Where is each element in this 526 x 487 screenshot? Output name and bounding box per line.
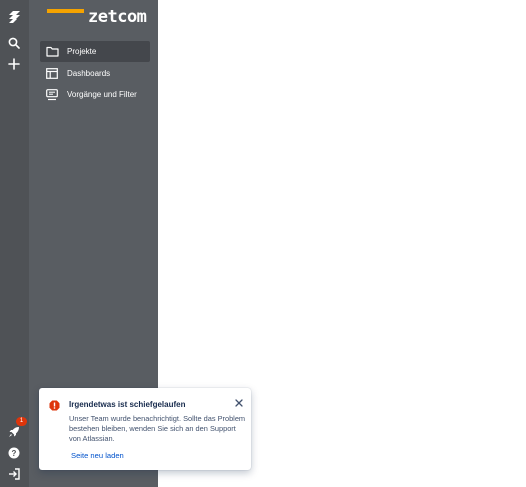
sidebar-item-label: Vorgänge und Filter <box>67 90 137 99</box>
rocket-icon[interactable]: 1 <box>4 417 27 442</box>
flag-message: Unser Team wurde benachrichtigt. Sollte … <box>69 414 246 443</box>
issues-filter-icon <box>45 88 59 102</box>
error-icon <box>49 398 60 411</box>
sidebar-item-label: Dashboards <box>67 69 111 78</box>
plus-icon[interactable] <box>4 54 24 74</box>
error-flag: Irgendetwas ist schiefgelaufen Unser Tea… <box>39 388 251 470</box>
dashboard-icon <box>45 67 59 81</box>
sidebar-item-projekte[interactable]: Projekte <box>40 41 150 62</box>
sidebar-item-vorgaenge-und-filter[interactable]: Vorgänge und Filter <box>40 84 150 105</box>
sidebar-item-dashboards[interactable]: Dashboards <box>40 63 150 84</box>
reload-page-link[interactable]: Seite neu laden <box>71 451 124 460</box>
log-in-icon[interactable] <box>4 464 24 484</box>
search-icon[interactable] <box>4 33 24 53</box>
zetcom-logo[interactable]: zetcom <box>47 6 147 30</box>
help-icon[interactable]: ? <box>4 443 24 463</box>
flag-title: Irgendetwas ist schiefgelaufen <box>69 400 186 409</box>
logo-text: zetcom <box>88 7 147 27</box>
logo-accent-bar <box>47 9 84 13</box>
app-switcher-icon[interactable] <box>4 7 24 27</box>
svg-text:?: ? <box>12 449 17 458</box>
global-nav-rail: 1 ? <box>0 0 29 487</box>
folder-icon <box>45 45 59 59</box>
sidebar-item-label: Projekte <box>67 47 97 56</box>
notification-count-badge: 1 <box>16 417 27 426</box>
close-icon[interactable] <box>234 398 244 408</box>
